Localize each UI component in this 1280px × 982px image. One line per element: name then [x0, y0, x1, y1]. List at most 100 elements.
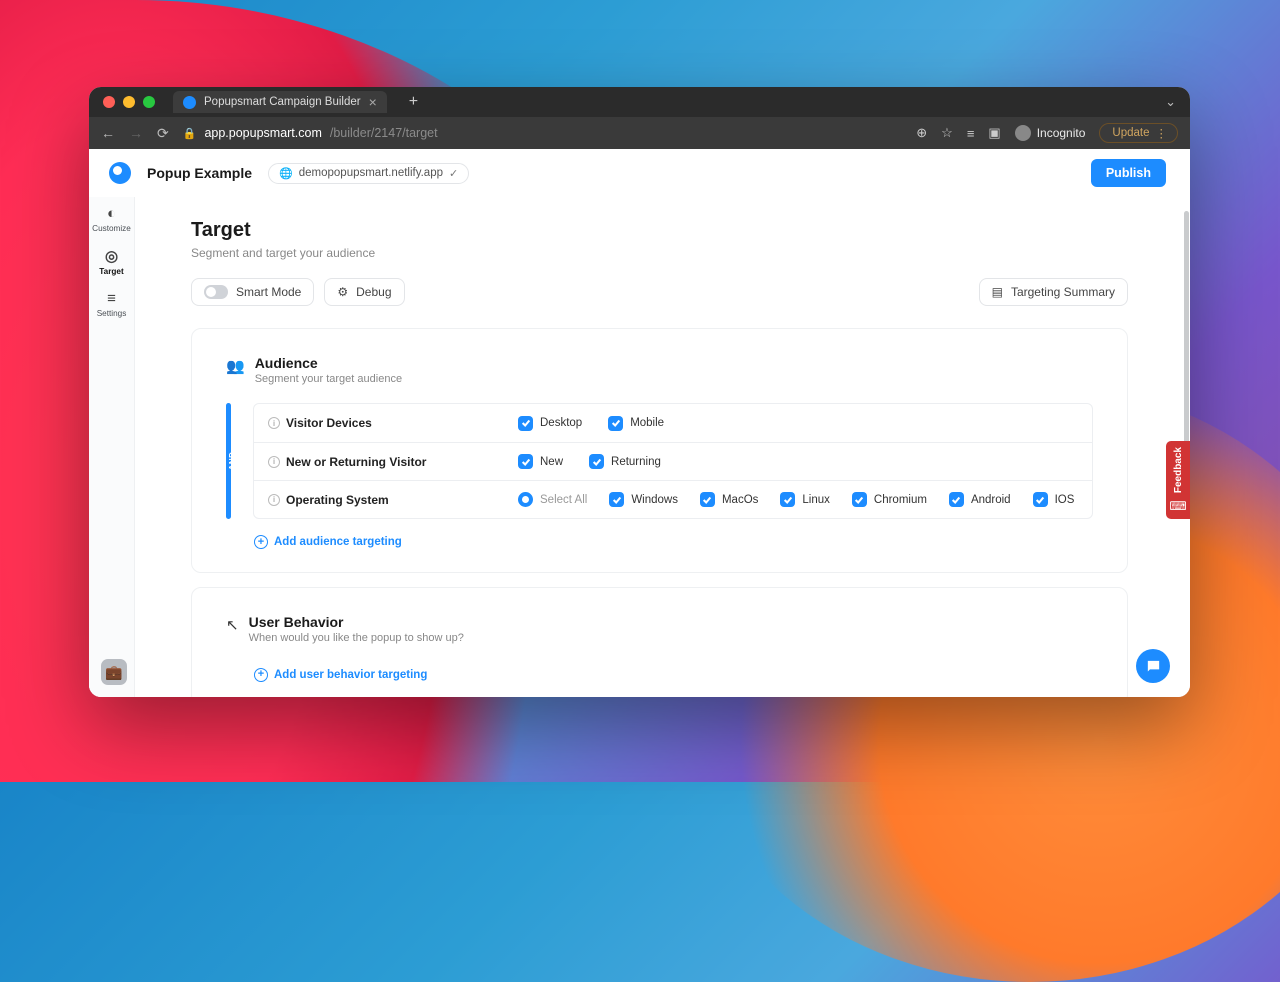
option-select-all[interactable]: Select All [518, 492, 587, 507]
plus-circle-icon: + [254, 668, 268, 682]
feedback-label: Feedback [1173, 447, 1184, 493]
briefcase-icon: 💼 [105, 664, 122, 681]
rule-label: Visitor Devices [286, 416, 372, 430]
tabs-menu-icon[interactable]: ⌄ [1165, 94, 1176, 110]
rule-row-new-returning[interactable]: i New or Returning Visitor New Returning… [254, 442, 1092, 480]
nav-back-icon[interactable]: ← [101, 125, 115, 141]
browser-tab[interactable]: Popupsmart Campaign Builder × [173, 91, 387, 113]
option-ios[interactable]: IOS [1033, 492, 1075, 507]
add-behavior-button[interactable]: + Add user behavior targeting [254, 668, 427, 682]
app-header: Popup Example 🌐 demopopupsmart.netlify.a… [89, 149, 1186, 197]
option-chromium[interactable]: Chromium [852, 492, 927, 507]
option-label: Chromium [874, 494, 927, 506]
audience-icon: 👥 [226, 357, 245, 375]
radio-icon[interactable] [518, 492, 533, 507]
checkbox-icon[interactable] [700, 492, 715, 507]
checkbox-icon[interactable] [852, 492, 867, 507]
option-linux[interactable]: Linux [780, 492, 830, 507]
plus-circle-icon: + [254, 535, 268, 549]
info-icon[interactable]: i [268, 417, 280, 429]
search-icon[interactable]: ⊕ [916, 125, 927, 141]
toggle-switch[interactable] [204, 285, 228, 299]
rule-row-visitor-devices[interactable]: i Visitor Devices Desktop Mobile × [254, 404, 1092, 442]
traffic-light-zoom[interactable] [143, 96, 155, 108]
new-tab-button[interactable]: + [409, 93, 418, 111]
publish-button[interactable]: Publish [1091, 159, 1166, 187]
checkbox-icon[interactable] [780, 492, 795, 507]
audience-title: Audience [255, 355, 402, 371]
update-button[interactable]: Update ⋮ [1099, 123, 1178, 143]
targeting-summary-button[interactable]: ▤ Targeting Summary [979, 278, 1128, 306]
app-body: Popup Example 🌐 demopopupsmart.netlify.a… [89, 149, 1190, 697]
url-domain: app.popupsmart.com [204, 126, 321, 140]
option-windows[interactable]: Windows [609, 492, 678, 507]
behavior-card: ↖ User Behavior When would you like the … [191, 587, 1128, 698]
checkbox-icon[interactable] [518, 416, 533, 431]
feedback-icon: ⌨ [1169, 499, 1186, 513]
chat-launcher[interactable] [1136, 649, 1170, 683]
url-field[interactable]: 🔒 app.popupsmart.com/builder/2147/target [183, 126, 903, 140]
summary-icon: ▤ [992, 285, 1003, 299]
incognito-label: Incognito [1037, 126, 1086, 140]
tab-close-icon[interactable]: × [369, 95, 377, 109]
incognito-badge[interactable]: Incognito [1015, 125, 1086, 141]
option-returning[interactable]: Returning [589, 454, 661, 469]
smart-mode-toggle[interactable]: Smart Mode [191, 278, 314, 306]
sidebar-item-label: Settings [97, 309, 127, 318]
audience-rows: i Visitor Devices Desktop Mobile × [253, 403, 1093, 519]
option-desktop[interactable]: Desktop [518, 416, 582, 431]
traffic-light-minimize[interactable] [123, 96, 135, 108]
sidebar-item-customize[interactable]: ◐ Customize [89, 197, 134, 239]
option-android[interactable]: Android [949, 492, 1011, 507]
sidebar-item-target[interactable]: ◎ Target [89, 239, 134, 282]
option-macos[interactable]: MacOs [700, 492, 758, 507]
option-label: Android [971, 494, 1011, 506]
sidebar: ◐ Customize ◎ Target ≡ Settings [89, 149, 135, 697]
and-stripe: AND [226, 403, 231, 519]
rule-row-operating-system[interactable]: i Operating System Select All Windows Ma… [254, 480, 1092, 518]
add-audience-label: Add audience targeting [274, 536, 402, 548]
sidebar-item-settings[interactable]: ≡ Settings [89, 282, 134, 324]
main-area: Target Segment and target your audience … [135, 149, 1190, 697]
checkbox-icon[interactable] [1033, 492, 1048, 507]
option-label: IOS [1055, 494, 1075, 506]
option-new[interactable]: New [518, 454, 563, 469]
bookmark-icon[interactable]: ☆ [941, 125, 953, 141]
checkbox-icon[interactable] [949, 492, 964, 507]
briefcase-button[interactable]: 💼 [101, 659, 127, 685]
nav-forward-icon[interactable]: → [129, 125, 143, 141]
debug-button[interactable]: ⚙ Debug [324, 278, 404, 306]
host-pill[interactable]: 🌐 demopopupsmart.netlify.app ✓ [268, 163, 469, 184]
audience-card: 👥 Audience Segment your target audience … [191, 328, 1128, 573]
reading-list-icon[interactable]: ≡ [967, 126, 975, 141]
incognito-icon [1015, 125, 1031, 141]
option-label: Returning [611, 456, 661, 468]
campaign-name: Popup Example [147, 165, 252, 181]
lock-icon: 🔒 [183, 127, 197, 140]
audience-rules: AND i Visitor Devices De [226, 403, 1093, 519]
checkbox-icon[interactable] [589, 454, 604, 469]
add-audience-button[interactable]: + Add audience targeting [254, 535, 402, 549]
urlbar-right-icons: ⊕ ☆ ≡ ▣ Incognito Update ⋮ [916, 123, 1178, 143]
panel-icon[interactable]: ▣ [988, 125, 1000, 141]
rule-label: Operating System [286, 493, 389, 507]
checkbox-icon[interactable] [609, 492, 624, 507]
option-label: Desktop [540, 417, 582, 429]
cursor-icon: ↖ [226, 616, 239, 634]
bug-icon: ⚙ [337, 285, 348, 299]
traffic-light-close[interactable] [103, 96, 115, 108]
page-title: Target [191, 219, 1128, 242]
checkbox-icon[interactable] [608, 416, 623, 431]
chat-icon [1145, 658, 1162, 675]
browser-urlbar: ← → ⟳ 🔒 app.popupsmart.com/builder/2147/… [89, 117, 1190, 149]
sidebar-item-label: Customize [92, 224, 131, 233]
option-mobile[interactable]: Mobile [608, 416, 664, 431]
info-icon[interactable]: i [268, 494, 280, 506]
option-label: New [540, 456, 563, 468]
toolbar-row: Smart Mode ⚙ Debug ▤ Targeting Summary [191, 278, 1128, 306]
nav-reload-icon[interactable]: ⟳ [157, 125, 169, 142]
feedback-tab[interactable]: Feedback ⌨ [1166, 441, 1190, 519]
tab-favicon [183, 96, 196, 109]
checkbox-icon[interactable] [518, 454, 533, 469]
info-icon[interactable]: i [268, 456, 280, 468]
